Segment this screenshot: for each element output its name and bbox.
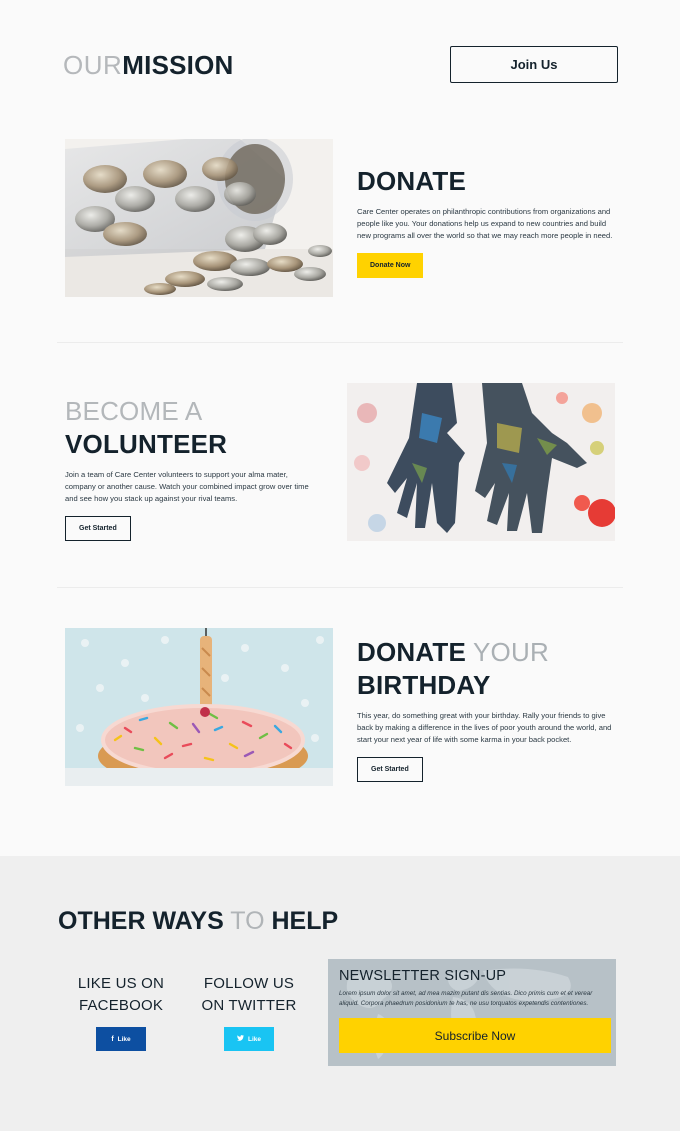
section-divider	[57, 342, 623, 343]
donate-description: Care Center operates on philanthropic co…	[357, 207, 613, 240]
twitter-line-2: ON TWITTER	[201, 997, 297, 1014]
volunteer-get-started-button[interactable]: Get Started	[65, 516, 131, 541]
other-ways-title-bold-2: HELP	[271, 907, 339, 935]
facebook-line-1: LIKE US ON	[77, 975, 165, 992]
birthday-title: DONATE YOUR BIRTHDAY	[357, 636, 619, 702]
birthday-title-bold-2: BIRTHDAY	[357, 670, 491, 700]
painted-hands-image	[347, 383, 615, 541]
volunteer-title-bold: VOLUNTEER	[65, 429, 228, 459]
other-ways-title-bold-1: OTHER WAYS	[58, 907, 224, 935]
join-us-button[interactable]: Join Us	[450, 46, 618, 83]
volunteer-title: BECOME A VOLUNTEER	[65, 395, 320, 461]
facebook-like-button[interactable]: f Like	[96, 1027, 146, 1051]
header: OURMISSION Join Us	[0, 0, 680, 120]
facebook-line-2: FACEBOOK	[78, 997, 164, 1014]
section-divider	[57, 587, 623, 588]
newsletter-box: NEWSLETTER SIGN-UP Lorem ipsum dolor sit…	[328, 959, 616, 1066]
donate-now-button[interactable]: Donate Now	[357, 253, 424, 278]
facebook-like-label: Like	[117, 1035, 131, 1043]
facebook-block: LIKE US ON FACEBOOK f Like	[61, 973, 181, 1051]
twitter-block: FOLLOW US ON TWITTER Like	[189, 973, 309, 1051]
volunteer-title-light: BECOME A	[65, 396, 203, 426]
newsletter-text: Lorem ipsum dolor sit amet, ad mea mazim…	[339, 990, 593, 1007]
twitter-like-button[interactable]: Like	[224, 1027, 274, 1051]
other-ways-section: OTHER WAYS TO HELP LIKE US ON FACEBOOK f…	[0, 856, 680, 1131]
facebook-icon: f	[111, 1035, 114, 1043]
birthday-section: DONATE YOUR BIRTHDAY This year, do somet…	[357, 636, 619, 782]
volunteer-section: BECOME A VOLUNTEER Join a team of Care C…	[65, 395, 320, 541]
twitter-bird-icon	[236, 1035, 244, 1043]
donate-title: DONATE	[357, 166, 467, 196]
birthday-title-bold-1: DONATE	[357, 637, 467, 667]
donate-section: DONATE Care Center operates on philanthr…	[357, 165, 617, 278]
other-ways-title-light: TO	[230, 907, 265, 935]
twitter-line-1: FOLLOW US	[203, 975, 295, 992]
coins-jar-image	[65, 139, 333, 297]
birthday-title-light: YOUR	[473, 637, 549, 667]
page-title: OURMISSION	[63, 50, 233, 80]
birthday-donut-image	[65, 628, 333, 786]
volunteer-description: Join a team of Care Center volunteers to…	[65, 470, 309, 503]
other-ways-title: OTHER WAYS TO HELP	[58, 906, 338, 936]
newsletter-title: NEWSLETTER SIGN-UP	[339, 968, 507, 984]
page-title-bold: MISSION	[122, 50, 234, 80]
birthday-description: This year, do something great with your …	[357, 711, 612, 744]
page-title-light: OUR	[63, 50, 123, 80]
birthday-get-started-button[interactable]: Get Started	[357, 757, 423, 782]
subscribe-now-button[interactable]: Subscribe Now	[339, 1018, 611, 1053]
twitter-like-label: Like	[247, 1035, 261, 1043]
